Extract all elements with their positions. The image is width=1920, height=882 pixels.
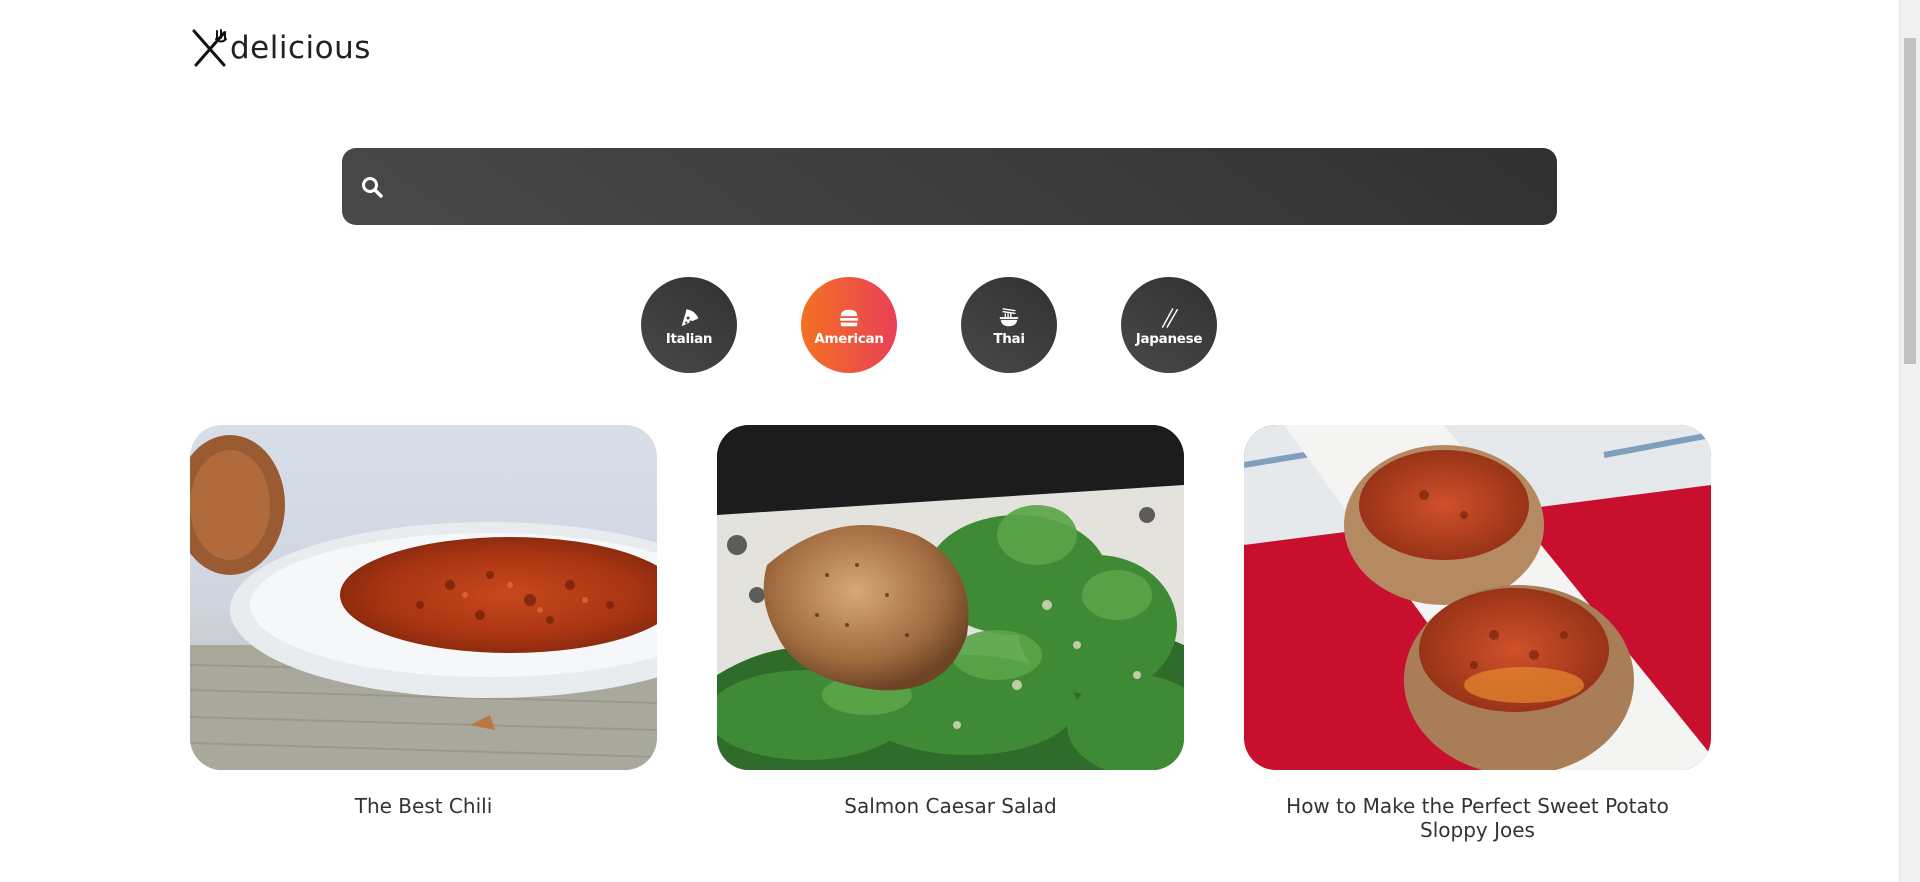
search-icon	[362, 176, 383, 198]
search-input[interactable]	[384, 148, 1557, 225]
category-label: American	[814, 331, 884, 347]
recipe-grid: The Best Chili Salmon Caesar Salad How t…	[190, 425, 1711, 842]
page: delicious Italian American Thai Japanese…	[0, 0, 1920, 882]
category-nav: Italian American Thai Japanese	[641, 277, 1217, 373]
recipe-image[interactable]	[190, 425, 657, 770]
burger-icon	[839, 309, 859, 327]
noodle-bowl-icon	[999, 308, 1019, 327]
scrollbar-thumb[interactable]	[1904, 38, 1916, 364]
category-american[interactable]: American	[801, 277, 897, 373]
category-thai[interactable]: Thai	[961, 277, 1057, 373]
recipe-image[interactable]	[1244, 425, 1711, 770]
fork-knife-icon	[192, 29, 227, 67]
category-label: Thai	[993, 331, 1025, 347]
search-bar[interactable]	[342, 148, 1557, 225]
recipe-image[interactable]	[717, 425, 1184, 770]
logo-text: delicious	[230, 30, 371, 66]
recipe-title[interactable]: Salmon Caesar Salad	[717, 794, 1184, 818]
pizza-icon	[681, 309, 699, 327]
category-label: Italian	[665, 331, 713, 347]
page-scrollbar[interactable]	[1899, 0, 1920, 882]
category-japanese[interactable]: Japanese	[1121, 277, 1217, 373]
logo[interactable]: delicious	[190, 28, 371, 68]
chopsticks-icon	[1161, 308, 1178, 328]
chili-bowl-photo	[190, 425, 657, 770]
sweet-potato-sloppy-joes-photo	[1244, 425, 1711, 770]
category-italian[interactable]: Italian	[641, 277, 737, 373]
salmon-caesar-salad-photo	[717, 425, 1184, 770]
category-label: Japanese	[1135, 331, 1203, 347]
recipe-title[interactable]: How to Make the Perfect Sweet Potato Slo…	[1244, 794, 1711, 842]
recipe-card[interactable]: How to Make the Perfect Sweet Potato Slo…	[1244, 425, 1711, 842]
recipe-card[interactable]: Salmon Caesar Salad	[717, 425, 1184, 842]
recipe-title[interactable]: The Best Chili	[190, 794, 657, 818]
recipe-card[interactable]: The Best Chili	[190, 425, 657, 842]
